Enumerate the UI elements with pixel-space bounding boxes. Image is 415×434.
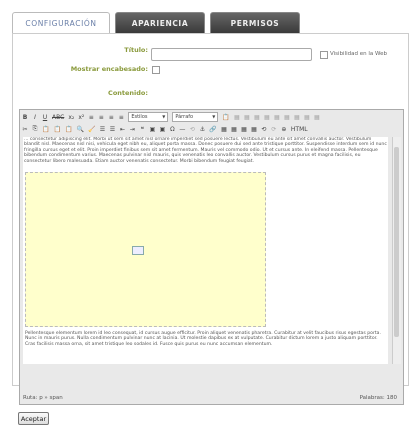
table-cell-icon[interactable]: ▦ xyxy=(264,114,270,121)
anchor-icon[interactable]: ⚓ xyxy=(199,126,205,133)
blockquote-icon[interactable]: ❝ xyxy=(139,126,145,133)
show-blocks-icon[interactable]: ▦ xyxy=(251,126,257,133)
editor-paragraph-1: ... consectetur adipiscing elit. Morbi u… xyxy=(24,137,387,164)
italic-icon[interactable]: I xyxy=(32,114,38,121)
format-select-value: Párrafo xyxy=(175,114,194,120)
table-merge-icon[interactable]: ▦ xyxy=(274,114,280,121)
styles-select[interactable]: Estilos ▼ xyxy=(128,112,169,122)
align-right-icon[interactable]: ≡ xyxy=(108,114,114,121)
paste-icon[interactable]: 📋 xyxy=(42,126,49,133)
table-delete-icon[interactable]: ▦ xyxy=(294,114,300,121)
bold-icon[interactable]: B xyxy=(22,114,28,121)
find-icon[interactable]: 🔍 xyxy=(76,126,83,133)
source-html-button[interactable]: HTML xyxy=(291,126,308,133)
undo-icon[interactable]: ⟲ xyxy=(261,126,267,133)
rich-text-editor: B I U ABC x₂ x² ≡ ≡ ≡ ≡ Estilos ▼ Párrafo… xyxy=(19,109,404,405)
page-break-icon[interactable]: ▦ xyxy=(231,126,237,133)
outdent-icon[interactable]: ⇤ xyxy=(119,126,125,133)
align-left-icon[interactable]: ≡ xyxy=(88,114,94,121)
table-split-icon[interactable]: ▦ xyxy=(284,114,290,121)
image-icon[interactable]: ▣ xyxy=(149,126,156,133)
chevron-down-icon: ▼ xyxy=(162,114,166,119)
visibility-label: Visibilidad en la Web xyxy=(330,51,387,57)
styles-select-value: Estilos xyxy=(131,114,148,120)
iframe-icon[interactable]: ▦ xyxy=(221,126,227,133)
editor-scrollbar-thumb[interactable] xyxy=(394,147,399,337)
clean-format-icon[interactable]: 🧹 xyxy=(88,126,95,133)
underline-icon[interactable]: U xyxy=(42,114,48,121)
bullet-list-icon[interactable]: ☰ xyxy=(99,126,105,133)
strikethrough-icon[interactable]: ABC xyxy=(52,114,64,121)
align-justify-icon[interactable]: ≡ xyxy=(118,114,124,121)
show-header-checkbox[interactable] xyxy=(152,66,160,74)
accept-button[interactable]: Aceptar xyxy=(18,412,49,425)
horizontal-rule-icon[interactable]: — xyxy=(179,126,185,133)
table-extra-icon[interactable]: ▦ xyxy=(314,114,320,121)
element-path: Ruta: p » span xyxy=(23,395,63,401)
chevron-down-icon: ▼ xyxy=(212,114,216,119)
tab-permisos[interactable]: PERMISOS xyxy=(210,12,300,33)
editor-scrollbar[interactable] xyxy=(392,137,401,364)
table-props-icon[interactable]: ▦ xyxy=(304,114,310,121)
content-label: Contenido: xyxy=(108,89,148,97)
editor-status-bar: Ruta: p » span Palabras: 180 xyxy=(20,392,403,404)
unlink-icon[interactable]: ⟲ xyxy=(189,126,195,133)
copy-icon[interactable]: ⎘ xyxy=(32,125,38,133)
cut-icon[interactable]: ✂ xyxy=(22,126,28,133)
zoom-icon[interactable]: ⊕ xyxy=(281,126,287,133)
table-icon[interactable]: ▦ xyxy=(234,114,240,121)
editor-content-area[interactable]: ... consectetur adipiscing elit. Morbi u… xyxy=(23,137,388,364)
tab-apariencia[interactable]: APARIENCIA xyxy=(115,12,205,33)
show-header-label: Mostrar encabesado: xyxy=(70,65,148,73)
link-icon[interactable]: 🔗 xyxy=(209,126,216,133)
paste-word-icon[interactable]: 📋 xyxy=(65,126,72,133)
subscript-icon[interactable]: x₂ xyxy=(68,114,74,121)
media-icon[interactable]: ▣ xyxy=(159,126,166,133)
word-count: Palabras: 180 xyxy=(359,395,397,401)
editor-toolbar-row-1: B I U ABC x₂ x² ≡ ≡ ≡ ≡ Estilos ▼ Párrafo… xyxy=(20,111,403,123)
embedded-object-icon xyxy=(132,246,144,255)
editor-paragraph-2: Pellentesque elementum lorem id leo cons… xyxy=(25,331,381,347)
superscript-icon[interactable]: x² xyxy=(78,114,84,121)
number-list-icon[interactable]: ☰ xyxy=(109,126,115,133)
spellcheck-icon[interactable]: ▦ xyxy=(241,126,247,133)
indent-icon[interactable]: ⇥ xyxy=(129,126,135,133)
title-label: Título: xyxy=(124,46,148,54)
paste-icon[interactable]: 📋 xyxy=(222,114,229,121)
align-center-icon[interactable]: ≡ xyxy=(98,114,104,121)
editor-toolbar-row-2: ✂ ⎘ 📋 📋 📋 🔍 🧹 ☰ ☰ ⇤ ⇥ ❝ ▣ ▣ Ω — ⟲ ⚓ 🔗 ▦ … xyxy=(20,123,403,135)
format-select[interactable]: Párrafo ▼ xyxy=(172,112,219,122)
title-input[interactable] xyxy=(151,48,312,61)
embedded-object-placeholder[interactable] xyxy=(25,172,266,327)
paste-text-icon[interactable]: 📋 xyxy=(53,126,60,133)
redo-icon[interactable]: ⟳ xyxy=(271,126,277,133)
special-char-icon[interactable]: Ω xyxy=(169,126,175,133)
tab-configuracion[interactable]: CONFIGURACIÓN xyxy=(12,12,110,35)
table-col-icon[interactable]: ▦ xyxy=(254,114,260,121)
table-row-icon[interactable]: ▦ xyxy=(244,114,250,121)
visibility-checkbox[interactable] xyxy=(320,51,328,59)
